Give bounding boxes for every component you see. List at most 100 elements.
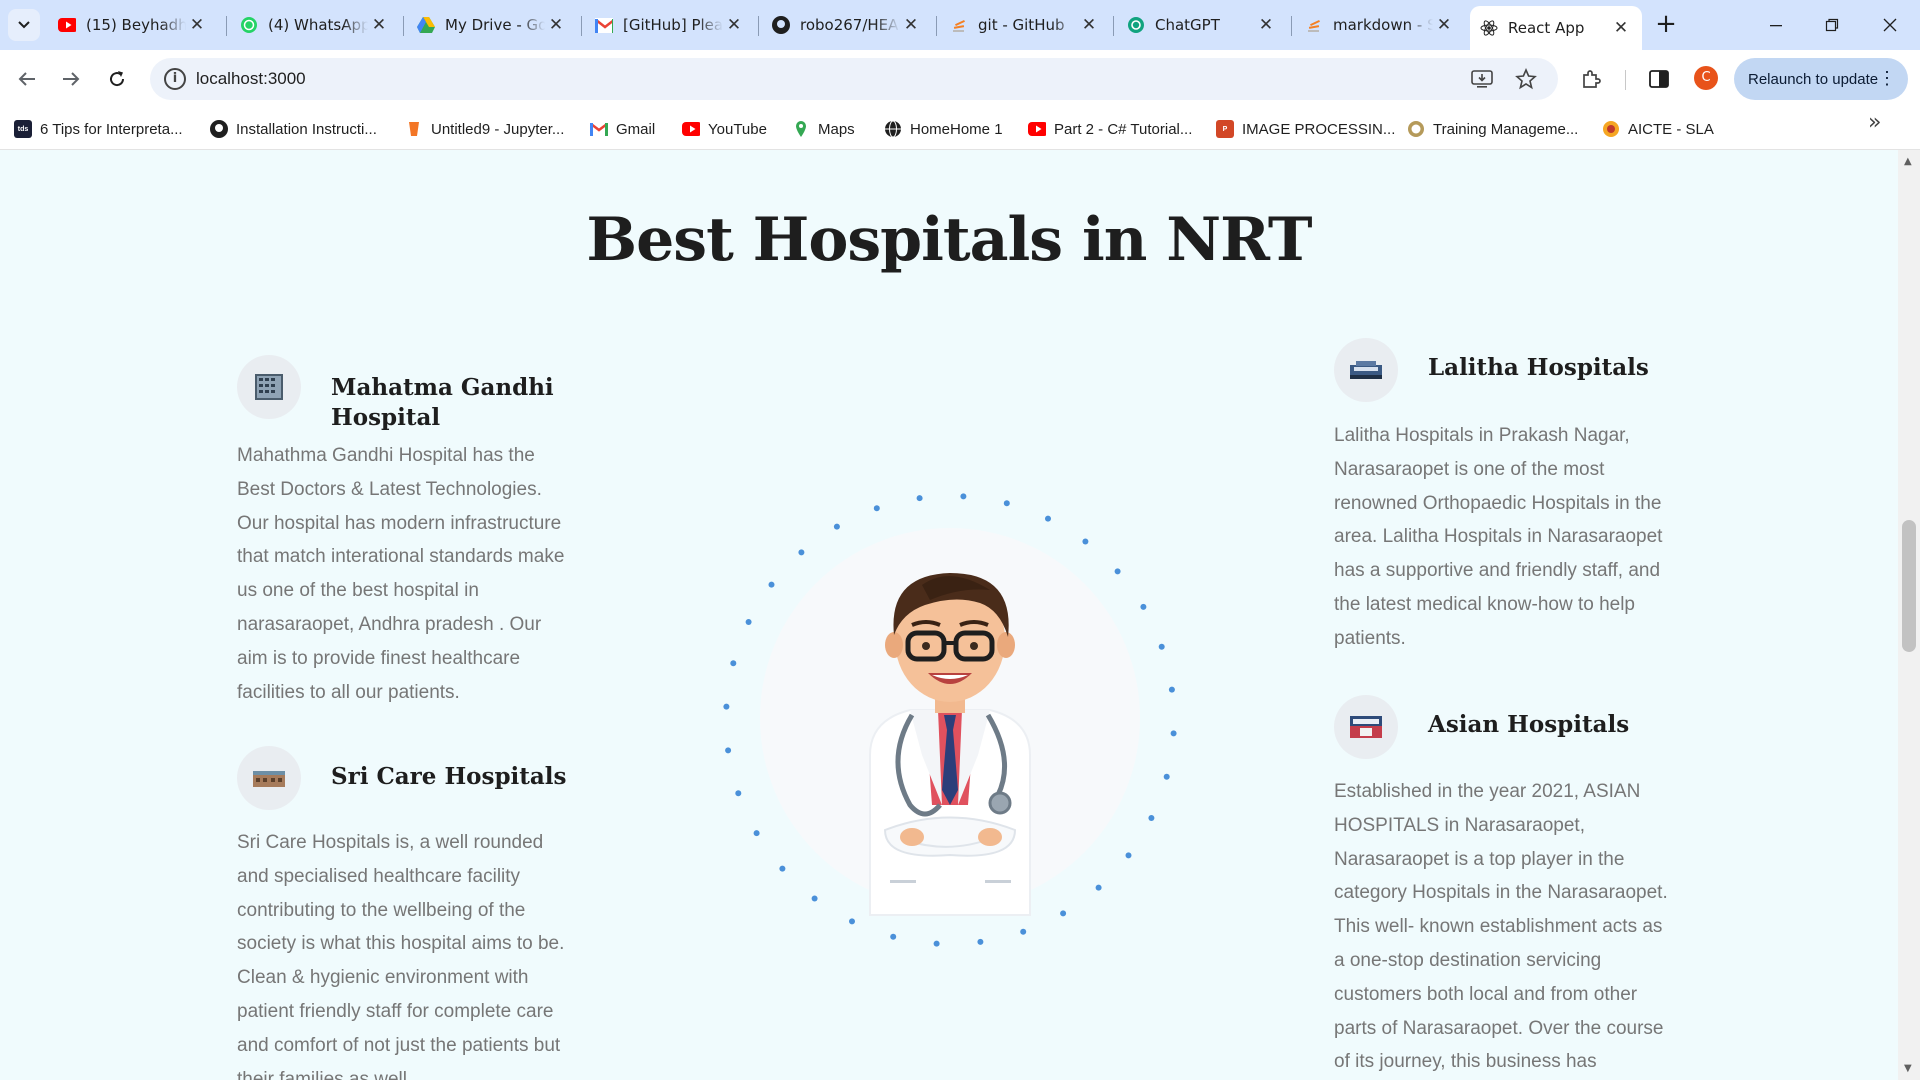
youtube-icon: [58, 16, 76, 34]
ring-dot: [1003, 500, 1010, 507]
bookmark-item[interactable]: Gmail: [590, 118, 655, 140]
aicte-icon: [1602, 120, 1620, 138]
close-icon[interactable]: ✕: [368, 15, 390, 35]
ring-dot: [960, 493, 967, 500]
ring-dot: [1114, 568, 1121, 575]
tab-google-drive[interactable]: My Drive - Google Drive ✕: [407, 6, 577, 44]
tab-title: (15) Beyhadh: [86, 16, 186, 34]
site-info-icon[interactable]: i: [164, 68, 186, 90]
bookmark-item[interactable]: Part 2 - C# Tutorial...: [1028, 118, 1192, 140]
tab-search-button[interactable]: [8, 9, 40, 41]
tab-github[interactable]: robo267/HEALTH ✕: [762, 6, 932, 44]
ring-dot: [1095, 884, 1102, 891]
scroll-down-icon[interactable]: ▼: [1904, 1063, 1912, 1074]
new-tab-button[interactable]: +: [1650, 9, 1682, 41]
address-bar[interactable]: i localhost:3000: [150, 58, 1558, 100]
globe-icon: [884, 120, 902, 138]
tab-title: React App: [1508, 19, 1585, 37]
close-icon[interactable]: ✕: [186, 15, 208, 35]
close-icon[interactable]: ✕: [1078, 15, 1100, 35]
hospital-building-icon: [1334, 695, 1398, 759]
relaunch-button[interactable]: Relaunch to update ⋮: [1734, 58, 1908, 100]
gmail-icon: [590, 120, 608, 138]
bookmark-item[interactable]: tds 6 Tips for Interpreta...: [14, 118, 183, 140]
bookmark-item[interactable]: YouTube: [682, 118, 767, 140]
tab-title: git - GitHub: [978, 16, 1065, 34]
tab-git-github[interactable]: git - GitHub ✕: [940, 6, 1110, 44]
restore-button[interactable]: [1804, 0, 1860, 50]
gmail-icon: [595, 16, 613, 34]
reload-icon: [110, 71, 125, 87]
bookmark-item[interactable]: Training Manageme...: [1407, 118, 1578, 140]
ring-dot: [745, 619, 752, 625]
profile-avatar[interactable]: C: [1694, 66, 1718, 90]
tab-react-app[interactable]: React App ✕: [1470, 6, 1642, 50]
more-vert-icon[interactable]: ⋮: [1878, 68, 1896, 88]
side-panel-icon[interactable]: [1642, 62, 1676, 96]
scrollbar-thumb[interactable]: [1902, 520, 1916, 652]
jupyter-icon: [405, 120, 423, 138]
ring-dot: [735, 790, 742, 797]
bookmark-item[interactable]: AICTE - SLA: [1602, 118, 1714, 140]
url-text[interactable]: localhost:3000: [196, 69, 306, 89]
tab-chatgpt[interactable]: ChatGPT ✕: [1117, 6, 1287, 44]
tab-title: [GitHub] Please: [623, 16, 723, 34]
tab-separator: [403, 16, 404, 36]
arrow-left-icon: [18, 72, 35, 86]
bookmark-star-icon[interactable]: [1514, 67, 1538, 91]
ring-dot: [723, 703, 730, 710]
tab-separator: [1113, 16, 1114, 36]
bookmark-item[interactable]: Installation Instructi...: [210, 118, 377, 140]
hospital-name: Lalitha Hospitals: [1428, 354, 1649, 381]
chevron-double-right-icon[interactable]: »: [1868, 110, 1881, 135]
reload-button[interactable]: [100, 62, 134, 96]
bookmark-label: IMAGE PROCESSIN...: [1242, 120, 1396, 138]
google-drive-icon: [417, 16, 435, 34]
vertical-scrollbar[interactable]: ▲ ▼: [1898, 150, 1920, 1080]
ring-dot: [730, 660, 737, 667]
bookmarks-bar: tds 6 Tips for Interpreta... Installatio…: [0, 108, 1920, 150]
tab-gmail[interactable]: [GitHub] Please ✕: [585, 6, 755, 44]
extensions-icon[interactable]: [1574, 62, 1608, 96]
bookmark-label: Gmail: [616, 120, 656, 138]
tab-whatsapp[interactable]: (4) WhatsApp ✕: [230, 6, 400, 44]
github-icon: [210, 120, 228, 138]
tab-title: robo267/HEALTH: [800, 16, 900, 34]
tab-separator: [936, 16, 937, 36]
close-icon[interactable]: ✕: [1433, 15, 1455, 35]
ring-dot: [798, 549, 805, 556]
youtube-icon: [682, 120, 700, 138]
minimize-icon: [1770, 25, 1782, 27]
close-icon[interactable]: ✕: [1610, 18, 1632, 38]
close-window-button[interactable]: [1862, 0, 1918, 50]
toolbar-divider: [1625, 70, 1626, 90]
hospital-description: Mahathma Gandhi Hospital has the Best Do…: [237, 445, 565, 703]
bookmark-item[interactable]: P IMAGE PROCESSIN...: [1216, 118, 1395, 140]
tab-youtube[interactable]: (15) Beyhadh ✕: [48, 6, 218, 44]
chatgpt-icon: [1127, 16, 1145, 34]
ring-dot: [1082, 538, 1089, 545]
bookmark-item[interactable]: Maps: [792, 118, 855, 140]
tab-markdown[interactable]: markdown - Stack ✕: [1295, 6, 1465, 44]
browser-toolbar: i localhost:3000: [0, 50, 1920, 108]
react-icon: [1480, 19, 1498, 37]
ring-dot: [811, 895, 818, 902]
ppt-icon: P: [1216, 120, 1234, 138]
minimize-button[interactable]: [1748, 0, 1804, 50]
bookmark-item[interactable]: HomeHome 1: [884, 118, 1003, 140]
close-icon[interactable]: ✕: [723, 15, 745, 35]
close-icon[interactable]: ✕: [545, 15, 567, 35]
bookmark-item[interactable]: Untitled9 - Jupyter...: [405, 118, 564, 140]
tab-separator: [581, 16, 582, 36]
scroll-up-icon[interactable]: ▲: [1904, 156, 1912, 167]
close-icon[interactable]: ✕: [900, 15, 922, 35]
close-icon: [1883, 18, 1897, 32]
tds-icon: tds: [14, 120, 32, 138]
back-button[interactable]: [10, 62, 44, 96]
install-app-icon[interactable]: [1470, 67, 1494, 91]
forward-button[interactable]: [54, 62, 88, 96]
bookmark-label: AICTE - SLA: [1628, 120, 1714, 138]
close-icon[interactable]: ✕: [1255, 15, 1277, 35]
tab-title: My Drive - Google Drive: [445, 16, 545, 34]
hospital-name: Mahatma Gandhi Hospital: [331, 374, 554, 431]
